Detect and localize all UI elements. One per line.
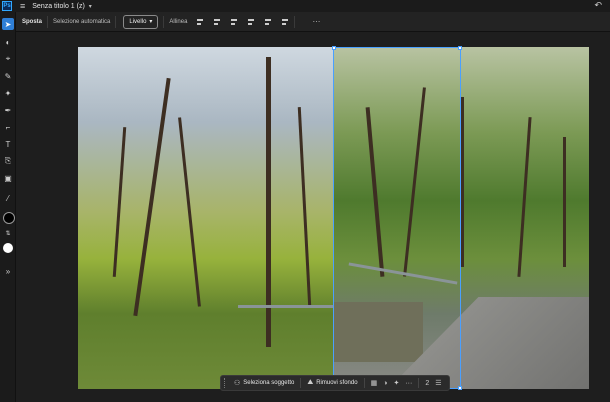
contextual-taskbar: ⚇ Seleziona soggetto ⛰ Rimuovi sfondo ▦ … [220,375,450,391]
app-logo: Ps [2,1,12,11]
divider [363,378,365,388]
align-top-icon[interactable] [247,18,255,26]
divider [418,378,420,388]
fill-icon[interactable]: ▣ [2,172,14,184]
align-left-icon[interactable] [196,18,204,26]
move-icon[interactable]: ➤ [2,18,14,30]
quick-selection-icon[interactable]: ✦ [2,87,14,99]
remove-background-button[interactable]: ⛰ Rimuovi sfondo [307,379,357,387]
hamburger-icon[interactable]: ≡ [20,1,25,11]
tools-panel: ➤ ◐ ⌖ ✎ ✦ ✒ ⌐ T ⎘ ▣ ⁄ ⇅ » [0,12,16,402]
divider [300,378,302,388]
background-color-swatch[interactable] [3,243,13,253]
drag-handle[interactable] [224,378,228,388]
document-title[interactable]: Senza titolo 1 (z) [32,3,85,10]
layer-count: 2 [425,379,430,387]
align-center-h-icon[interactable] [213,18,221,26]
brush-icon[interactable]: ✎ [2,70,14,82]
eyedropper-icon[interactable]: ⁄ [2,192,14,204]
chevron-down-icon: ▾ [149,19,153,25]
align-label: Allinea [169,18,188,25]
align-middle-v-icon[interactable] [264,18,272,26]
clone-icon[interactable]: ⎘ [2,155,14,167]
canvas-image[interactable] [78,47,589,389]
swap-colors-icon[interactable]: ⇅ [2,227,14,239]
stone-wall [333,302,423,362]
left-photo-layer[interactable] [78,47,333,389]
mountain-icon: ⛰ [307,379,314,386]
select-subject-label: Seleziona soggetto [243,380,295,386]
select-subject-button[interactable]: ⚇ Seleziona soggetto [234,379,294,387]
more-options-icon[interactable]: ··· [405,380,412,387]
brush-icon[interactable]: ✦ [393,379,399,387]
divider [163,15,165,28]
artboard-icon[interactable]: ◐ [2,36,14,48]
pen-icon[interactable]: ✒ [2,104,14,116]
divider [115,15,117,28]
options-bar: Sposta Selezione automatica Livello ▾ Al… [16,12,610,32]
crop-icon[interactable]: ⌐ [2,121,14,133]
auto-select-toggle[interactable]: Selezione automatica [53,19,110,25]
settings-sliders-icon[interactable]: ☰ [435,379,441,387]
person-icon: ⚇ [234,380,241,387]
more-options-icon[interactable]: ··· [312,17,320,26]
tool-name: Sposta [22,18,43,25]
align-right-icon[interactable] [230,18,238,26]
align-bottom-icon[interactable] [281,18,289,26]
text-icon[interactable]: T [2,138,14,150]
expand-icon[interactable]: » [2,265,14,277]
foreground-color-swatch[interactable] [3,212,15,224]
mask-icon[interactable]: ▦ [371,379,378,387]
layer-select-value: Livello [129,18,147,25]
adjustment-icon[interactable]: ◑ [383,380,387,387]
divider [294,15,296,28]
undo-icon[interactable]: ↶ [594,0,602,11]
divider [47,15,49,28]
lasso-icon[interactable]: ⌖ [2,53,14,65]
title-bar: Ps ≡ Senza titolo 1 (z) ▾ ↶ [0,0,610,12]
chevron-down-icon[interactable]: ▾ [89,3,92,10]
remove-background-label: Rimuovi sfondo [316,380,358,386]
layer-select-dropdown[interactable]: Livello ▾ [123,14,159,29]
